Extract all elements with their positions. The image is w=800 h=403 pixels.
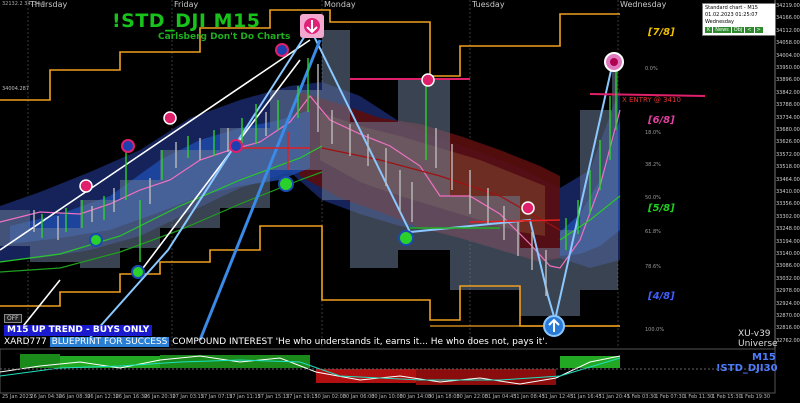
time-tick: 31 Jan 08:45 (513, 394, 545, 400)
time-tick: 26 Jan 20:30 (144, 394, 176, 400)
time-tick: 30 Jan 06:00 (342, 394, 375, 400)
price-tick: 33464.00 (776, 176, 800, 183)
murrey-6-8-label: [6/8] (648, 115, 675, 126)
price-tick: 32978.00 (776, 288, 800, 295)
price-tick: 33896.00 (776, 77, 800, 84)
pct-label-1: 18.0% (645, 130, 661, 136)
left-price-label: 34004.287 (2, 86, 30, 92)
info-button-news[interactable]: News (713, 27, 731, 33)
time-tick: 27 Jan 15:15 (257, 394, 290, 400)
time-tick: 26 Jan 08:30 (58, 394, 91, 400)
lower-symbol-label: !STD_DJI30 (716, 363, 778, 374)
time-tick: 1 Feb 03:30 (626, 394, 657, 400)
info-button-next[interactable]: > (754, 27, 763, 33)
info-line-2: 01.02.2023 01:25:07 (705, 12, 758, 18)
murrey-5-8-label: [5/8] (648, 203, 675, 214)
info-button-obj[interactable]: Obj (731, 27, 745, 33)
price-tick: 33626.00 (776, 139, 800, 146)
pct-label-6: 100.0% (645, 327, 665, 333)
pct-label-5: 78.6% (645, 264, 661, 270)
pct-label-3: 50.0% (645, 195, 661, 201)
time-tick: 31 Jan 20:45 (598, 394, 631, 400)
price-tick: 34112.00 (776, 27, 800, 34)
tagline-prefix: XARD777 (4, 337, 47, 347)
off-button[interactable]: OFF (4, 314, 22, 323)
trend-banner: M15 UP TREND - BUYS ONLY (4, 325, 153, 336)
chart-subtitle: Carlsberg Don't Do Charts (158, 32, 291, 42)
day-label-wednesday: Wednesday (620, 0, 667, 9)
chart-title: !STD_DJI M15 (112, 10, 261, 32)
time-tick: 26 Jan 16:30 (115, 394, 148, 400)
time-tick: 1 Feb 11:30 (683, 394, 714, 400)
price-tick: 33734.00 (776, 114, 800, 121)
chart-info-panel: Standard chart - M15 01.02.2023 01:25:07… (702, 3, 776, 36)
pct-label-4: 61.8% (645, 229, 661, 235)
price-tick: 33032.00 (776, 275, 800, 282)
time-tick: 1 Feb 07:30 (655, 394, 685, 400)
pct-label-0: 0.0% (645, 66, 658, 72)
day-label-friday: Friday (174, 0, 199, 9)
day-label-tuesday: Tuesday (472, 0, 505, 9)
tagline-text: COMPOUND INTEREST 'He who understands it… (172, 337, 548, 347)
time-tick: 26 Jan 12:30 (87, 394, 119, 400)
time-tick: 1 Feb 19:30 (740, 394, 771, 400)
time-tick: 30 Jan 18:00 (428, 394, 460, 400)
time-tick: 27 Jan 11:15 (229, 394, 261, 400)
time-tick: 31 Jan 12:45 (541, 394, 574, 400)
day-label-monday: Monday (324, 0, 356, 9)
arrow-up-icon (543, 315, 565, 337)
price-tick: 32924.00 (776, 300, 800, 307)
tagline: XARD777 BLUEPRINT FOR SUCCESS COMPOUND I… (4, 337, 548, 347)
time-tick: 30 Jan 14:00 (399, 394, 432, 400)
time-tick: 31 Jan 04:45 (484, 394, 517, 400)
x-entry-label: X ENTRY @ 3410 (622, 96, 681, 104)
price-tick: 33680.00 (776, 127, 800, 133)
price-tick: 33140.00 (776, 251, 800, 257)
time-tick: 27 Jan 03:15 (172, 394, 205, 400)
price-tick: 34219.00 (776, 3, 800, 9)
blueprint-highlight: BLUEPRINT FOR SUCCESS (49, 337, 170, 347)
price-tick: 33572.00 (776, 151, 800, 158)
info-button-row: K News Obj < > (705, 27, 773, 33)
price-tick: 34004.00 (776, 52, 800, 59)
price-tick: 34166.00 (776, 15, 800, 22)
price-tick: 32816.00 (776, 325, 800, 332)
info-line-3: Wednesday (705, 19, 734, 25)
price-tick: 33356.00 (776, 201, 800, 208)
price-tick: 33086.00 (776, 263, 800, 270)
price-tick: 33194.00 (776, 238, 800, 245)
time-tick: 27 Jan 07:15 (200, 394, 233, 400)
lower-timeframe-label: M15 (752, 352, 776, 363)
pct-label-2: 38.2% (645, 162, 661, 168)
price-tick: 32762.00 (776, 337, 800, 344)
time-tick: 27 Jan 19:15 (286, 394, 318, 400)
xu-universe-label: Universe (738, 339, 778, 349)
price-tick: 33842.00 (776, 89, 800, 96)
murrey-4-8-label: [4/8] (648, 291, 675, 302)
info-button-prev[interactable]: < (745, 27, 754, 33)
price-tick: 33950.00 (776, 65, 800, 71)
info-button-k[interactable]: K (705, 27, 713, 33)
time-tick: 1 Feb 15:30 (712, 394, 742, 400)
price-tick: 32870.00 (776, 313, 800, 319)
arrow-down-icon (300, 14, 324, 38)
time-tick: 26 Jan 04:30 (30, 394, 63, 400)
time-tick: 25 Jan 2023 (2, 394, 32, 400)
price-tick: 33410.00 (776, 189, 800, 195)
price-tick: 34058.00 (776, 40, 800, 47)
time-tick: 31 Jan 16:45 (570, 394, 602, 400)
price-tick: 33518.00 (776, 164, 800, 171)
price-tick: 33788.00 (776, 102, 800, 109)
xu-version-label: XU-v39 (738, 329, 771, 339)
price-tick: 33302.00 (776, 213, 800, 220)
day-label-thursday: Thursday (30, 0, 68, 9)
time-tick: 30 Jan 10:00 (371, 394, 403, 400)
info-line-1: Standard chart - M15 (705, 5, 758, 11)
time-tick: 30 Jan 22:00 (456, 394, 489, 400)
murrey-7-8-label: [7/8] (648, 27, 675, 38)
time-tick: 30 Jan 02:00 (314, 394, 347, 400)
price-tick: 33248.00 (776, 226, 800, 233)
